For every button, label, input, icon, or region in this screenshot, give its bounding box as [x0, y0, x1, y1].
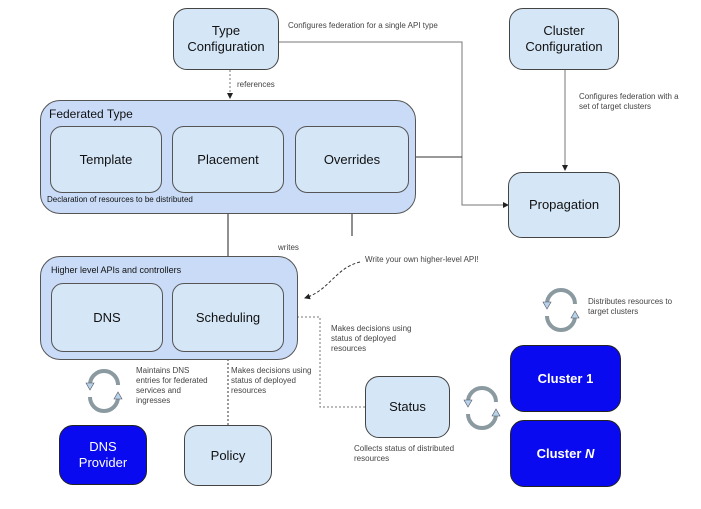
writes-label: writes: [278, 243, 299, 252]
dns-maintains-note: Maintains DNS entries for federated serv…: [136, 366, 208, 405]
template-node[interactable]: Template: [50, 126, 162, 193]
federated-type-group: Federated Type Template Placement Overri…: [40, 100, 416, 214]
cluster-n-prefix: Cluster: [536, 445, 585, 461]
references-label: references: [237, 80, 275, 89]
cluster-n-node[interactable]: Cluster N: [510, 420, 621, 487]
higher-level-group: Higher level APIs and controllers DNS Sc…: [40, 256, 298, 360]
propagation-node[interactable]: Propagation: [508, 172, 620, 238]
dns-node[interactable]: DNS: [51, 283, 163, 352]
edge-write-own-api: [304, 261, 361, 300]
cluster-configuration-node[interactable]: Cluster Configuration: [509, 8, 619, 70]
cluster-1-node[interactable]: Cluster 1: [510, 345, 621, 412]
write-own-api-note: Write your own higher-level API!: [365, 255, 479, 264]
type-config-note: Configures federation for a single API t…: [288, 21, 438, 30]
type-configuration-node[interactable]: Type Configuration: [173, 8, 279, 70]
policy-node[interactable]: Policy: [184, 425, 272, 486]
status-node[interactable]: Status: [365, 376, 450, 438]
federated-type-title: Federated Type: [49, 107, 133, 121]
scheduling-node[interactable]: Scheduling: [172, 283, 284, 352]
cycle-arrows-icon: [85, 369, 123, 413]
overrides-node[interactable]: Overrides: [295, 126, 409, 193]
dns-provider-node[interactable]: DNS Provider: [59, 425, 147, 485]
higher-level-title: Higher level APIs and controllers: [51, 265, 182, 275]
cluster-config-note: Configures federation with a set of targ…: [579, 92, 679, 111]
cycle-arrows-icon: [463, 386, 501, 430]
distributes-note: Distributes resources to target clusters: [588, 297, 673, 316]
cluster-n-suffix: N: [585, 445, 595, 461]
policy-decisions-note: Makes decisions using status of deployed…: [231, 366, 312, 395]
scheduling-decisions-note: Makes decisions using status of deployed…: [331, 324, 412, 353]
placement-node[interactable]: Placement: [172, 126, 284, 193]
collects-status-note: Collects status of distributed resources: [354, 444, 455, 463]
cycle-arrows-icon: [542, 288, 580, 332]
federated-type-caption: Declaration of resources to be distribut…: [47, 195, 193, 204]
